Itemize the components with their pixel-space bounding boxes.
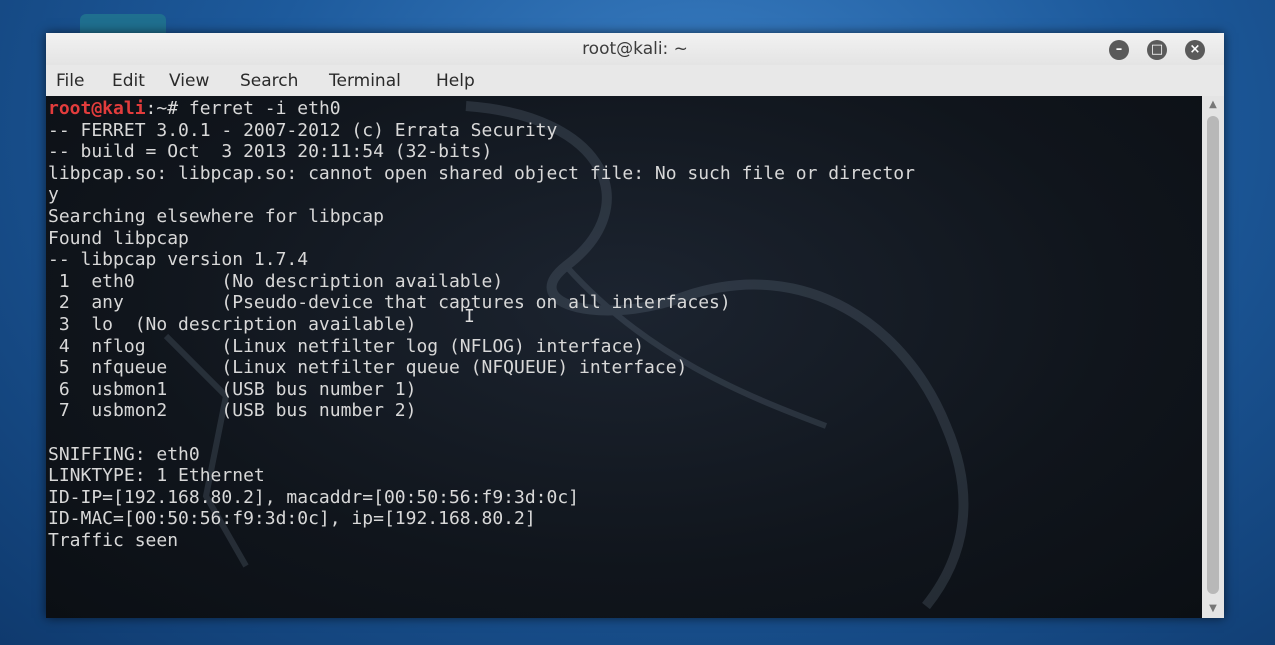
menu-edit[interactable]: Edit (112, 71, 145, 91)
output-line: 3 lo (No description available) (48, 313, 417, 335)
output-line: 5 nfqueue (Linux netfilter queue (NFQUEU… (48, 357, 688, 379)
output-line: ID-MAC=[00:50:56:f9:3d:0c], ip=[192.168.… (48, 508, 536, 530)
menu-help[interactable]: Help (436, 71, 475, 91)
terminal-lines: root@kali:~# ferret -i eth0 -- FERRET 3.0… (48, 98, 915, 551)
prompt-line: root@kali:~# ferret -i eth0 (48, 98, 915, 120)
output-line: 6 usbmon1 (USB bus number 1) (48, 378, 417, 400)
menu-search[interactable]: Search (240, 71, 298, 91)
close-icon[interactable]: × (1185, 40, 1205, 60)
scroll-down-icon[interactable]: ▼ (1202, 602, 1224, 616)
scroll-up-icon[interactable]: ▲ (1202, 98, 1224, 112)
menu-bar: File Edit View Search Terminal Help (46, 67, 1224, 95)
maximize-icon[interactable]: □ (1147, 40, 1167, 60)
prompt-path: :~# (145, 98, 189, 119)
output-line: -- FERRET 3.0.1 - 2007-2012 (c) Errata S… (48, 119, 558, 141)
output-line: Traffic seen (48, 529, 179, 551)
terminal-window: root@kali: ~ – □ × File Edit View Search… (46, 33, 1224, 618)
output-line: ID-IP=[192.168.80.2], macaddr=[00:50:56:… (48, 486, 580, 508)
output-line: libpcap.so: libpcap.so: cannot open shar… (48, 162, 915, 184)
window-title: root@kali: ~ (582, 39, 688, 59)
output-line: LINKTYPE: 1 Ethernet (48, 465, 265, 487)
menu-view[interactable]: View (169, 71, 209, 91)
output-line: 7 usbmon2 (USB bus number 2) (48, 400, 417, 422)
output-line: y (48, 184, 59, 206)
scrollbar-thumb[interactable] (1207, 116, 1219, 594)
output-line: Found libpcap (48, 227, 189, 249)
output-line: Searching elsewhere for libpcap (48, 205, 384, 227)
scrollbar[interactable]: ▲ ▼ (1202, 96, 1224, 618)
menu-file[interactable]: File (56, 71, 84, 91)
output-line: -- build = Oct 3 2013 20:11:54 (32-bits) (48, 141, 493, 163)
output-line: 1 eth0 (No description available) (48, 270, 504, 292)
output-line: -- libpcap version 1.7.4 (48, 249, 309, 271)
output-line: 4 nflog (Linux netfilter log (NFLOG) int… (48, 335, 645, 357)
prompt-command: ferret -i eth0 (188, 98, 341, 119)
menu-terminal[interactable]: Terminal (329, 71, 401, 91)
output-line: 2 any (Pseudo-device that captures on al… (48, 292, 731, 314)
output-line: SNIFFING: eth0 (48, 443, 200, 465)
terminal-output-area[interactable]: root@kali:~# ferret -i eth0 -- FERRET 3.0… (46, 96, 1202, 618)
title-bar[interactable]: root@kali: ~ – □ × (46, 33, 1224, 65)
prompt-user-host: root@kali (48, 98, 146, 119)
minimize-icon[interactable]: – (1109, 40, 1129, 60)
text-cursor-icon: I (464, 306, 475, 327)
